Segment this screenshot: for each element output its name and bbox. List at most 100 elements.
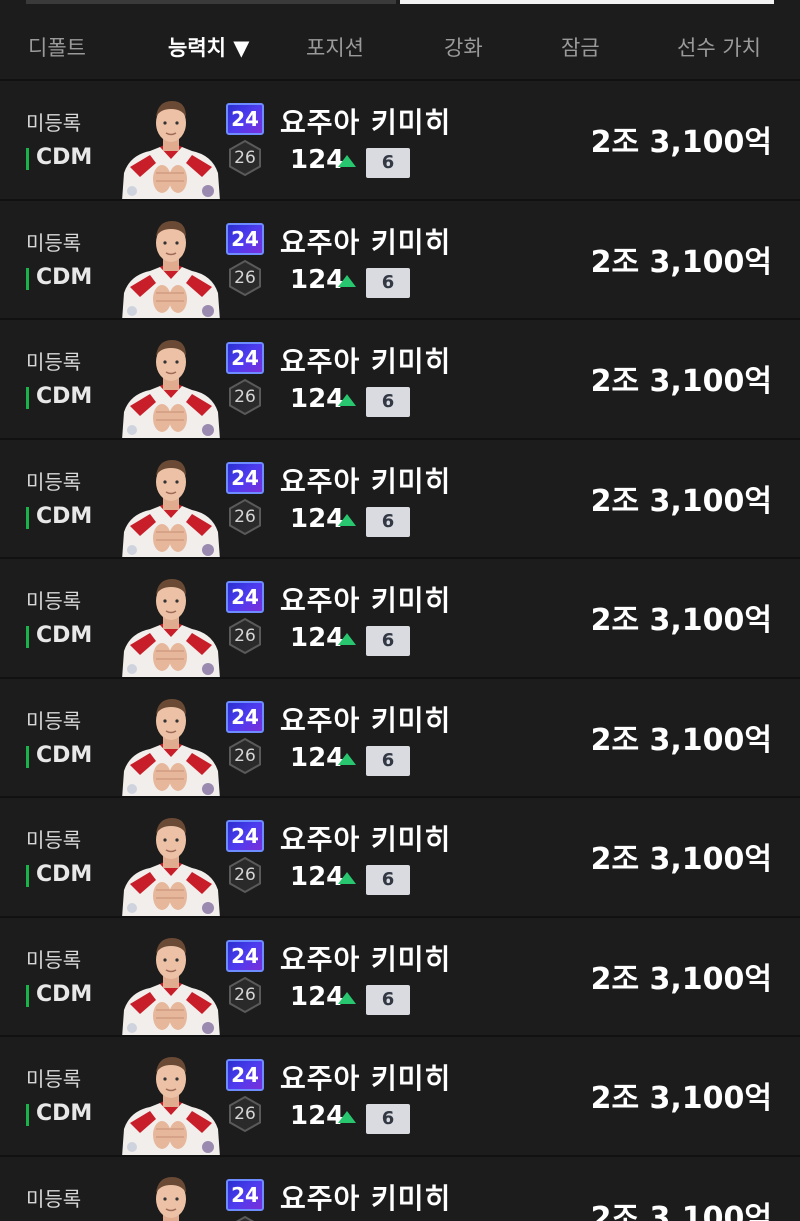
- player-value: 2조 3,100억: [590, 961, 772, 997]
- player-name: 요주아 키미히: [280, 703, 452, 737]
- season-badge: 24: [226, 939, 264, 972]
- top-scroll-indicator: [0, 0, 800, 6]
- player-row[interactable]: 미등록 CDM: [0, 1035, 800, 1155]
- ability-value: 124: [290, 503, 345, 534]
- trend-up-icon: [338, 394, 356, 406]
- trend-up-icon: [338, 633, 356, 645]
- ability-value: 124: [290, 145, 345, 175]
- player-row[interactable]: 미등록 CDM: [0, 318, 800, 438]
- season-badge: 24: [226, 342, 264, 374]
- player-name: 요주아 키미히: [280, 584, 452, 617]
- season-badge: 24: [226, 1059, 264, 1091]
- player-value: 2조 3,100억: [590, 483, 772, 519]
- player-name: 요주아 키미히: [280, 942, 452, 976]
- player-name: 요주아 키미히: [280, 106, 452, 139]
- scroll-thumb: [400, 0, 774, 4]
- player-portrait: [120, 810, 222, 916]
- tab-position[interactable]: 포지션: [306, 32, 364, 62]
- overall-value: 26: [234, 387, 256, 407]
- overall-hexagon-badge: 26: [226, 1095, 264, 1133]
- player-row[interactable]: 미등록 CDM: [0, 198, 800, 318]
- scroll-track: [26, 0, 396, 4]
- player-value: 2조 3,100억: [590, 125, 772, 160]
- season-badge: 24: [226, 461, 264, 494]
- overall-hexagon-badge: 26: [226, 976, 264, 1014]
- overall-hexagon-badge: 26: [226, 617, 264, 655]
- registration-status: 미등록: [26, 589, 82, 613]
- overall-hexagon-badge: 26: [226, 259, 264, 297]
- enhance-grade-badge: 6: [366, 387, 410, 417]
- player-row[interactable]: 미등록 CDM: [0, 676, 800, 796]
- overall-value: 26: [234, 745, 256, 766]
- overall-value: 26: [234, 865, 256, 885]
- tab-default[interactable]: 디폴트: [28, 32, 86, 62]
- tab-lock[interactable]: 잠금: [561, 32, 600, 62]
- player-portrait: [120, 332, 222, 438]
- player-list: 미등록 CDM 24 26 요주아 키미히 124 6 2조 3,100억 미등…: [0, 79, 800, 1221]
- registration-status: 미등록: [26, 230, 82, 255]
- season-badge: 24: [226, 581, 264, 613]
- overall-hexagon-badge: 26: [226, 378, 264, 416]
- enhance-grade-badge: 6: [366, 984, 410, 1015]
- player-row[interactable]: 미등록 CDM: [0, 437, 800, 557]
- position-label: CDM: [26, 265, 92, 290]
- overall-hexagon-badge: 26: [226, 139, 264, 177]
- player-row[interactable]: 미등록 CDM: [0, 557, 800, 677]
- player-value: 2조 3,100억: [590, 364, 772, 399]
- tab-player-value[interactable]: 선수 가치: [677, 32, 761, 62]
- player-name: 요주아 키미히: [280, 464, 452, 498]
- player-value: 2조 3,100억: [590, 603, 772, 638]
- registration-status: 미등록: [26, 350, 82, 374]
- enhance-grade-badge: 6: [366, 745, 410, 776]
- registration-status: 미등록: [26, 111, 82, 135]
- overall-value: 26: [234, 626, 256, 646]
- player-name: 요주아 키미히: [280, 1181, 452, 1215]
- registration-status: 미등록: [26, 828, 82, 852]
- player-row[interactable]: 미등록 CDM: [0, 79, 800, 199]
- overall-hexagon-badge: 26: [226, 498, 264, 536]
- tab-ability[interactable]: 능력치 ▼: [168, 32, 249, 62]
- player-value: 2조 3,100억: [590, 1200, 772, 1221]
- enhance-grade-badge: 6: [366, 626, 410, 656]
- sort-tab-bar: 디폴트 능력치 ▼ 포지션 강화 잠금 선수 가치: [0, 18, 800, 78]
- overall-value: 26: [234, 148, 256, 168]
- player-portrait: [120, 690, 222, 796]
- season-badge: 24: [226, 222, 264, 255]
- ability-value: 124: [290, 862, 345, 892]
- overall-value: 26: [234, 506, 256, 527]
- trend-up-icon: [338, 1111, 356, 1123]
- ability-value: 124: [290, 742, 345, 773]
- ability-value: 124: [290, 1101, 345, 1131]
- overall-value: 26: [234, 267, 256, 288]
- player-value: 2조 3,100억: [590, 722, 772, 758]
- ability-value: 124: [290, 384, 345, 414]
- season-badge: 24: [226, 103, 264, 135]
- player-row[interactable]: 미등록 CDM: [0, 796, 800, 916]
- position-label: CDM: [26, 504, 92, 529]
- player-row[interactable]: 미등록 CDM: [0, 915, 800, 1035]
- position-label: CDM: [26, 743, 92, 768]
- player-value: 2조 3,100억: [590, 244, 772, 280]
- player-value: 2조 3,100억: [590, 842, 772, 877]
- registration-status: 미등록: [26, 708, 82, 733]
- player-name: 요주아 키미히: [280, 823, 452, 856]
- season-badge: 24: [226, 820, 264, 852]
- player-value: 2조 3,100억: [590, 1081, 772, 1116]
- player-portrait: [120, 212, 222, 318]
- position-label: CDM: [26, 862, 92, 887]
- overall-value: 26: [234, 1104, 256, 1124]
- position-label: CDM: [26, 623, 92, 648]
- player-name: 요주아 키미히: [280, 1062, 452, 1095]
- trend-up-icon: [338, 752, 356, 765]
- overall-hexagon-badge: 26: [226, 737, 264, 775]
- player-portrait: [120, 1168, 222, 1221]
- trend-up-icon: [338, 513, 356, 526]
- trend-up-icon: [338, 872, 356, 884]
- enhance-grade-badge: 6: [366, 1104, 410, 1134]
- registration-status: 미등록: [26, 1067, 82, 1091]
- position-label: CDM: [26, 145, 92, 170]
- registration-status: 미등록: [26, 947, 82, 972]
- player-row[interactable]: 미등록 CDM: [0, 1154, 800, 1221]
- tab-enhance[interactable]: 강화: [444, 32, 483, 62]
- overall-hexagon-badge: 26: [226, 1215, 264, 1221]
